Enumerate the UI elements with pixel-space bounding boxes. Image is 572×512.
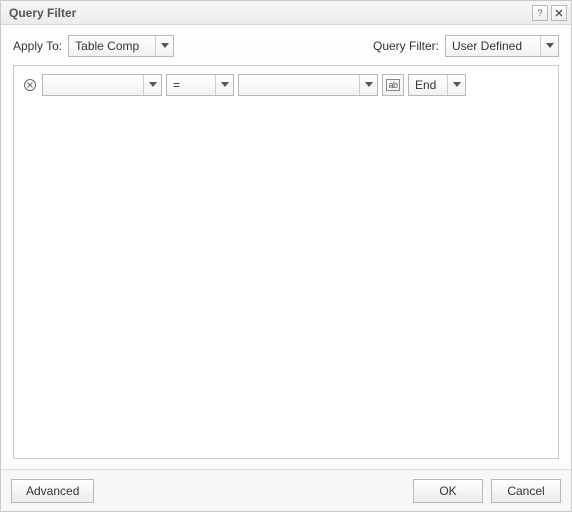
chevron-down-icon [359, 75, 377, 95]
operator-value: = [167, 78, 215, 92]
dialog-footer: Advanced OK Cancel [1, 469, 571, 511]
dialog-title: Query Filter [9, 6, 529, 20]
logic-dropdown[interactable]: End [408, 74, 466, 96]
query-filter-label: Query Filter: [373, 39, 439, 53]
case-label: ab [386, 79, 399, 91]
case-sensitivity-button[interactable]: ab [382, 74, 404, 96]
chevron-down-icon [447, 75, 465, 95]
chevron-down-icon [540, 36, 558, 56]
top-controls: Apply To: Table Comp Query Filter: User … [1, 25, 571, 65]
chevron-down-icon [215, 75, 233, 95]
filter-conditions-area: = ab End [13, 65, 559, 459]
apply-to-label: Apply To: [13, 39, 62, 53]
field-dropdown[interactable] [42, 74, 162, 96]
titlebar: Query Filter ? [1, 1, 571, 25]
ok-button[interactable]: OK [413, 479, 483, 503]
close-button[interactable] [551, 5, 567, 21]
query-filter-dialog: Query Filter ? Apply To: Table Comp Quer… [0, 0, 572, 512]
advanced-button-label: Advanced [26, 484, 79, 498]
query-filter-dropdown[interactable]: User Defined [445, 35, 559, 57]
apply-to-dropdown[interactable]: Table Comp [68, 35, 174, 57]
operator-dropdown[interactable]: = [166, 74, 234, 96]
help-button[interactable]: ? [532, 5, 548, 21]
filter-condition-row: = ab End [22, 74, 550, 96]
cancel-button[interactable]: Cancel [491, 479, 561, 503]
logic-value: End [409, 78, 447, 92]
cancel-button-label: Cancel [507, 484, 544, 498]
remove-condition-button[interactable] [22, 77, 38, 93]
value-dropdown[interactable] [238, 74, 378, 96]
chevron-down-icon [155, 36, 173, 56]
chevron-down-icon [143, 75, 161, 95]
apply-to-value: Table Comp [69, 39, 155, 53]
query-filter-value: User Defined [446, 39, 540, 53]
advanced-button[interactable]: Advanced [11, 479, 94, 503]
ok-button-label: OK [439, 484, 456, 498]
svg-text:?: ? [537, 8, 542, 18]
